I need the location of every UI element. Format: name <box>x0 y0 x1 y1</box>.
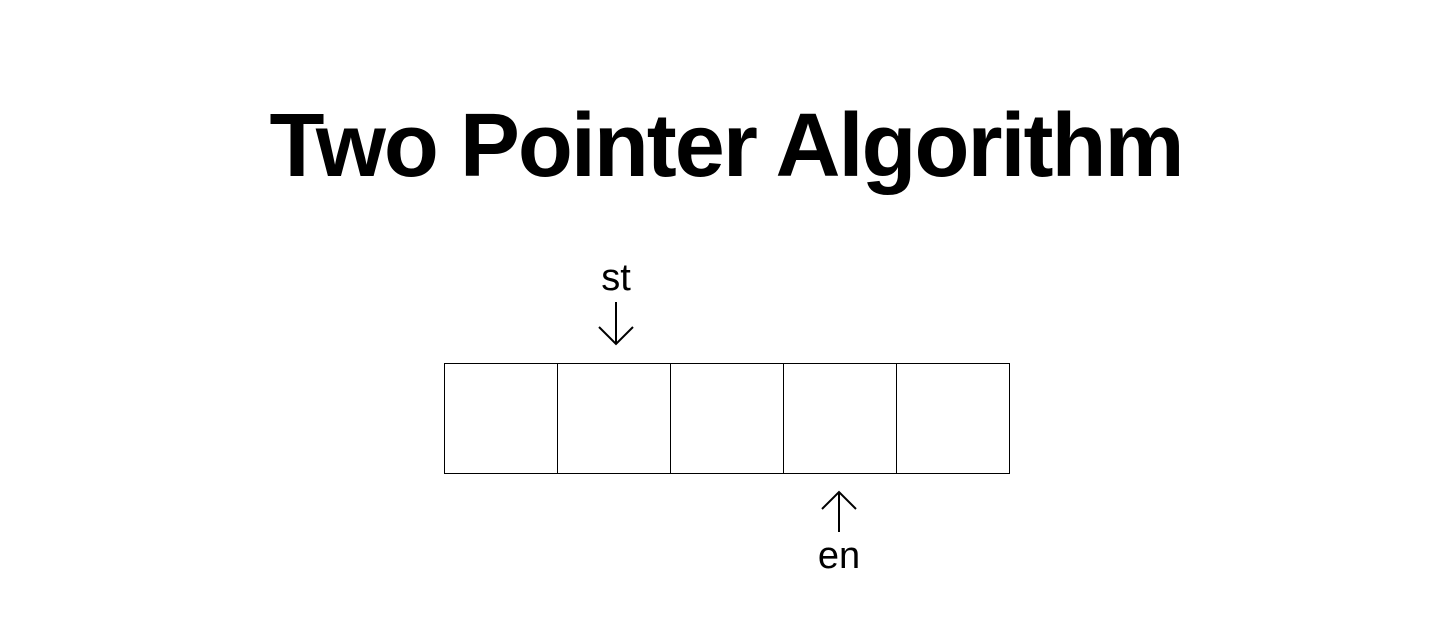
array-cell <box>896 363 1010 474</box>
start-pointer-label: st <box>601 257 631 299</box>
array-cell <box>783 363 897 474</box>
start-pointer: st <box>586 258 646 348</box>
arrow-down-icon <box>598 302 634 346</box>
page-title: Two Pointer Algorithm <box>269 96 1185 196</box>
array-cell <box>670 363 784 474</box>
array <box>444 363 1010 474</box>
array-cell <box>444 363 558 474</box>
end-pointer-label: en <box>817 535 861 577</box>
end-pointer: en <box>809 488 869 576</box>
arrow-up-icon <box>821 490 857 532</box>
diagram-canvas: Two Pointer Algorithm st en <box>0 0 1452 641</box>
array-cell <box>557 363 671 474</box>
